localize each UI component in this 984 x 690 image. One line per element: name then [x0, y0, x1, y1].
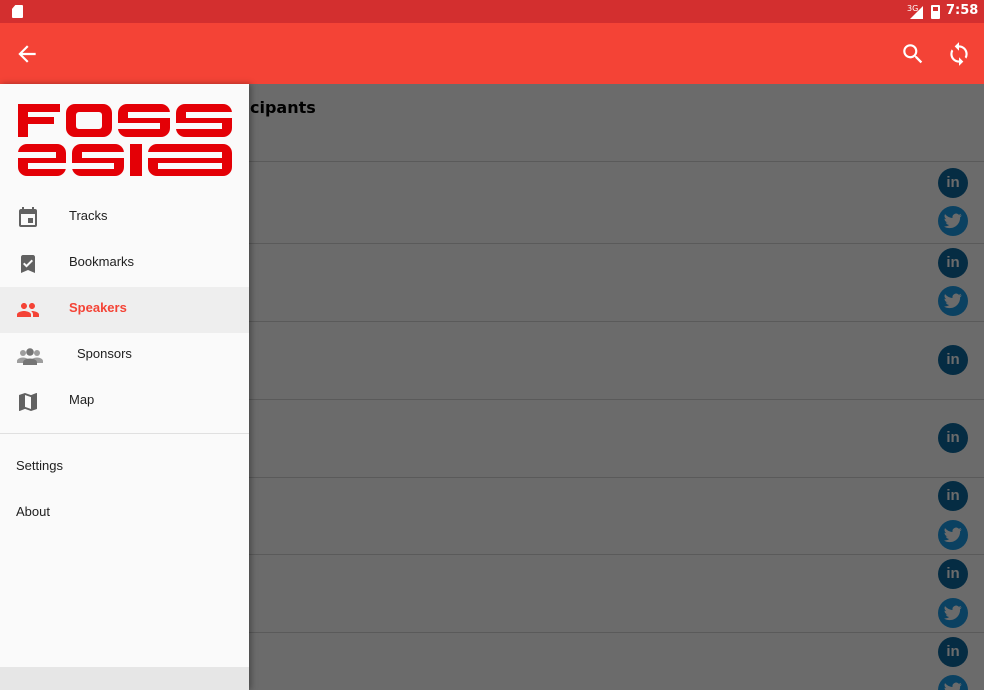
nav-label-map: Map — [69, 392, 95, 407]
nav-item-bookmarks[interactable]: Bookmarks — [0, 241, 249, 287]
bookmark-check-icon — [21, 255, 35, 273]
map-icon — [19, 393, 37, 411]
refresh-icon[interactable] — [946, 41, 972, 67]
battery-icon — [931, 5, 940, 19]
calendar-icon — [19, 207, 37, 227]
status-bar: 3G 7:58 — [0, 0, 984, 23]
app-bar — [0, 23, 984, 84]
clock: 7:58 — [946, 3, 979, 18]
nav-label-bookmarks: Bookmarks — [69, 254, 135, 269]
nav-item-sponsors[interactable]: Sponsors — [0, 333, 249, 379]
arrow-back-icon[interactable] — [14, 41, 40, 67]
people-icon — [17, 303, 39, 317]
nav-label-sponsors: Sponsors — [77, 346, 132, 361]
search-icon[interactable] — [900, 41, 926, 67]
nav-label-tracks: Tracks — [69, 208, 108, 223]
signal-icon — [910, 6, 923, 19]
settings-item[interactable]: Settings — [16, 458, 63, 473]
drawer-divider — [0, 433, 249, 434]
drawer-footer — [0, 667, 249, 690]
nav-item-speakers[interactable]: Speakers — [0, 287, 249, 333]
nav-item-tracks[interactable]: Tracks — [0, 195, 249, 241]
about-item[interactable]: About — [16, 504, 50, 519]
fossasia-logo — [18, 104, 232, 176]
navigation-drawer: Tracks Bookmarks Speakers Sponsors Map S… — [0, 84, 249, 690]
sd-card-icon — [12, 5, 23, 18]
group-icon — [17, 348, 43, 365]
nav-item-map[interactable]: Map — [0, 379, 249, 425]
nav-label-speakers: Speakers — [69, 300, 127, 315]
